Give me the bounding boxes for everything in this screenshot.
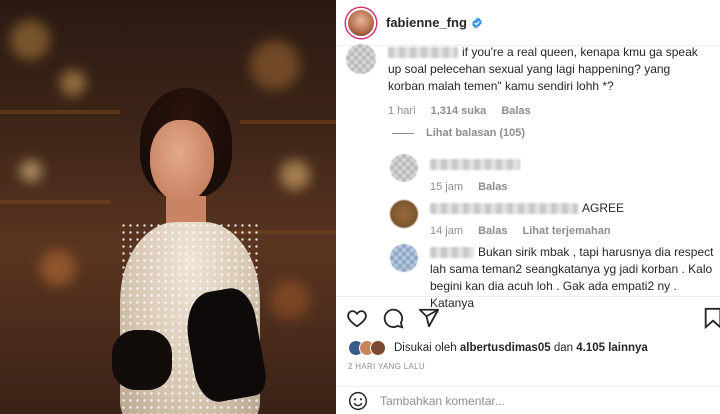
comment-icon[interactable] [382,307,404,329]
post-details-panel: fabienne_fng if you're a real queen, ken… [336,0,720,414]
share-icon[interactable] [418,307,440,329]
commenter-username-blurred[interactable] [430,247,474,259]
post-actions [336,296,720,338]
view-replies-button[interactable]: Lihat balasan (105) [392,127,525,139]
reply-item: AGREE 14 jam Balas Lihat terjemahan [390,200,624,240]
reply-button[interactable]: Balas [478,225,507,237]
comment-time: 15 jam [430,181,464,193]
commenter-username-blurred[interactable] [430,203,578,215]
add-comment-bar [336,386,720,414]
profile-avatar[interactable] [346,7,376,38]
heart-icon[interactable] [346,307,368,329]
comment-likes[interactable]: 1,314 suka [431,105,487,117]
comment-time: 14 jam [430,225,464,237]
post-header: fabienne_fng [336,0,720,46]
reply-text-blurred [430,159,520,171]
verified-badge-icon [472,17,482,28]
post-date: 2 HARI YANG LALU [348,362,425,371]
commenter-avatar[interactable] [390,244,418,272]
liker-username[interactable]: albertusdimas05 [460,342,551,354]
smiley-icon[interactable] [348,391,368,411]
likes-prefix: Disukai oleh [394,342,457,354]
bookmark-icon[interactable] [702,307,720,329]
likes-middle: dan [553,342,574,354]
comment-item: if you're a real queen, kenapa kmu ga sp… [346,44,708,120]
liker-avatars[interactable] [348,340,386,356]
post-username[interactable]: fabienne_fng [386,15,467,30]
reply-item: 15 jam Balas [390,154,524,196]
likes-count[interactable]: 4.105 lainnya [576,342,648,354]
comment-time: 1 hari [388,105,416,117]
post-photo [0,0,336,414]
commenter-username-blurred[interactable] [388,47,458,59]
view-replies-label: Lihat balasan (105) [426,127,526,139]
likes-summary: Disukai oleh albertusdimas05 dan 4.105 l… [348,340,648,356]
comment-input[interactable] [380,393,680,408]
reply-button[interactable]: Balas [478,181,507,193]
translate-button[interactable]: Lihat terjemahan [523,225,611,237]
commenter-avatar[interactable] [390,200,418,228]
commenter-avatar[interactable] [390,154,418,182]
reply-button[interactable]: Balas [501,105,530,117]
commenter-avatar[interactable] [346,44,376,74]
replies-divider [392,132,414,134]
comment-text: AGREE [582,201,625,215]
